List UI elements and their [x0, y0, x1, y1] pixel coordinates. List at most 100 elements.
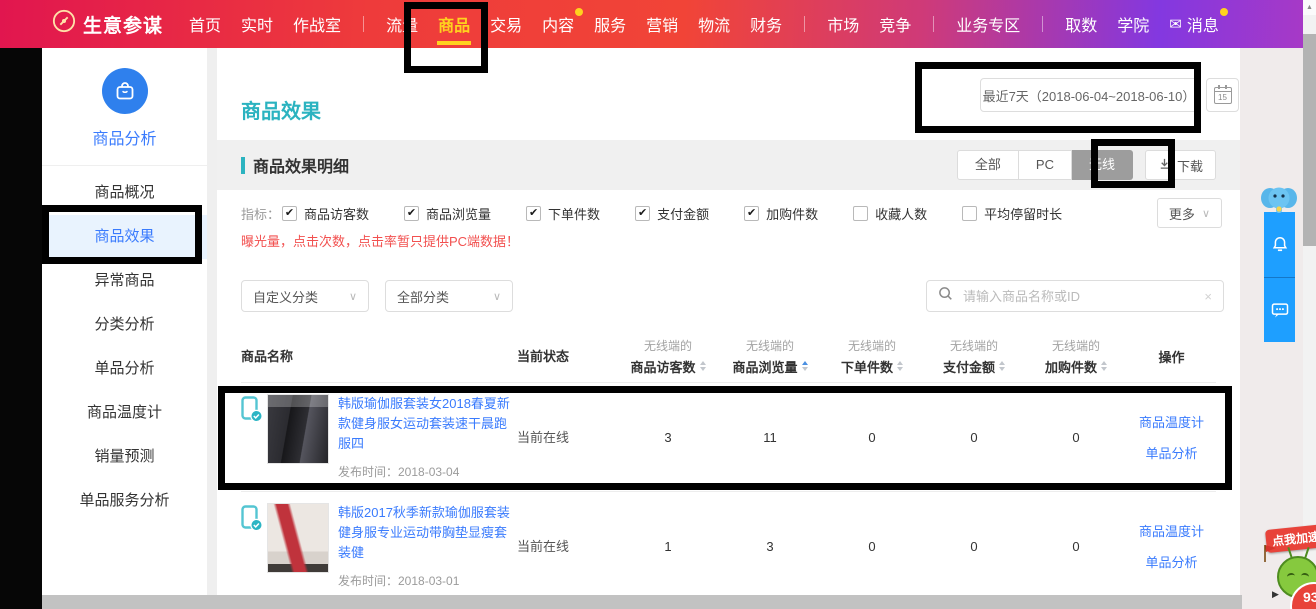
product-thumbnail[interactable] [267, 394, 329, 464]
nav-item[interactable]: 首页 [179, 0, 231, 48]
column-header[interactable]: 无线端的支付金额 [923, 337, 1025, 376]
column-header[interactable]: 无线端的商品浏览量 [719, 337, 821, 376]
nav-item[interactable]: 服务 [584, 0, 636, 48]
checkbox-icon[interactable]: ✔ [526, 206, 541, 221]
sort-arrows[interactable] [999, 361, 1005, 371]
sort-up-icon[interactable] [1101, 361, 1107, 365]
action-link[interactable]: 商品温度计 [1139, 412, 1204, 431]
column-header[interactable]: 无线端的商品访客数 [617, 337, 719, 376]
column-prefix: 无线端的 [848, 337, 896, 354]
checkbox-icon[interactable]: ✔ [404, 206, 419, 221]
custom-category-select[interactable]: 自定义分类 ∨ [241, 280, 369, 312]
nav-item[interactable]: 作战室 [283, 0, 351, 48]
nav-item[interactable]: 市场 [817, 0, 869, 48]
column-header[interactable]: 无线端的下单件数 [821, 337, 923, 376]
terminal-tabs: 全部PC无线 [957, 150, 1133, 180]
checkbox-icon[interactable]: ✔ [635, 206, 650, 221]
nav-item-label: 市场 [827, 12, 859, 36]
column-header[interactable]: 无线端的加购件数 [1025, 337, 1127, 376]
nav-divider [804, 16, 805, 32]
sidebar-item[interactable]: 商品概况 [42, 171, 207, 215]
terminal-tab[interactable]: 无线 [1072, 150, 1133, 180]
nav-item[interactable]: 商品 [428, 0, 480, 48]
product-title-link[interactable]: 韩版瑜伽服套装女2018春夏新款健身服女运动套装速干晨跑服四 [338, 394, 517, 454]
sidebar-item[interactable]: 单品服务分析 [42, 479, 207, 523]
sidebar-item[interactable]: 销量预测 [42, 435, 207, 479]
nav-item[interactable]: ✉消息 [1159, 0, 1229, 48]
metric-checkbox[interactable]: ✔商品访客数 [282, 204, 369, 223]
nav-item[interactable]: 流量 [376, 0, 428, 48]
nav-item[interactable]: 财务 [740, 0, 792, 48]
metric-value-cell: 3 [617, 430, 719, 445]
sidebar-item[interactable]: 分类分析 [42, 303, 207, 347]
brand-logo[interactable]: 生意参谋 [52, 9, 163, 39]
column-header-content: 无线端的下单件数 [841, 337, 903, 376]
product-title-link[interactable]: 韩版2017秋季新款瑜伽服套装健身服专业运动带胸垫显瘦套装健 [338, 503, 517, 563]
sort-down-icon[interactable] [999, 367, 1005, 371]
checkbox-icon[interactable]: ✔ [744, 206, 759, 221]
nav-item[interactable]: 学院 [1107, 0, 1159, 48]
sort-arrows[interactable] [897, 361, 903, 371]
metric-checkbox[interactable]: ✔下单件数 [526, 204, 600, 223]
checkbox-icon[interactable] [962, 206, 977, 221]
status-text: 当前在线 [517, 430, 569, 445]
nav-item[interactable]: 营销 [636, 0, 688, 48]
calendar-button[interactable]: 15 [1206, 78, 1239, 112]
vertical-scrollbar-thumb[interactable] [1303, 34, 1316, 246]
sort-down-icon[interactable] [802, 367, 808, 371]
horizontal-scrollbar-thumb[interactable] [42, 595, 1242, 609]
sidebar-item[interactable]: 单品分析 [42, 347, 207, 391]
column-header-content: 无线端的商品访客数 [630, 337, 705, 376]
nav-item[interactable]: 内容 [532, 0, 584, 48]
sort-up-icon[interactable] [897, 361, 903, 365]
search-input[interactable] [961, 288, 1196, 305]
scroll-up-button[interactable]: ▲ [1303, 0, 1316, 15]
sort-up-icon[interactable] [802, 361, 808, 365]
nav-item[interactable]: 业务专区 [946, 0, 1030, 48]
horizontal-scrollbar[interactable] [0, 595, 1316, 609]
feedback-chat-button[interactable] [1264, 277, 1295, 343]
action-link[interactable]: 商品温度计 [1139, 521, 1204, 540]
sidebar-item[interactable]: 商品效果 [42, 215, 207, 259]
actions-cell: 商品温度计单品分析 [1127, 521, 1216, 571]
vertical-scrollbar[interactable]: ▲ [1303, 0, 1316, 609]
metric-checkbox[interactable]: ✔支付金额 [635, 204, 709, 223]
nav-item[interactable]: 竞争 [869, 0, 921, 48]
checkbox-icon[interactable] [853, 206, 868, 221]
action-link[interactable]: 单品分析 [1145, 552, 1197, 571]
nav-item[interactable]: 实时 [231, 0, 283, 48]
sort-arrows[interactable] [1101, 361, 1107, 371]
sort-down-icon[interactable] [897, 367, 903, 371]
date-range-selector[interactable]: 最近7天（2018-06-04~2018-06-10） [980, 78, 1198, 112]
sort-arrows[interactable] [802, 361, 808, 371]
sidebar-item[interactable]: 异常商品 [42, 259, 207, 303]
sidebar-item[interactable]: 商品温度计 [42, 391, 207, 435]
nav-item[interactable]: 取数 [1055, 0, 1107, 48]
metric-checkbox[interactable]: 收藏人数 [853, 204, 927, 223]
metric-label: 收藏人数 [875, 204, 927, 223]
column-title: 下单件数 [841, 357, 903, 376]
clear-search-icon[interactable]: × [1204, 289, 1212, 304]
terminal-tab[interactable]: 全部 [957, 150, 1019, 180]
nav-item[interactable]: 物流 [688, 0, 740, 48]
checkbox-icon[interactable]: ✔ [282, 206, 297, 221]
terminal-tab[interactable]: PC [1019, 150, 1072, 180]
sort-down-icon[interactable] [700, 367, 706, 371]
sort-down-icon[interactable] [1101, 367, 1107, 371]
metric-value-cell: 3 [719, 539, 821, 554]
metric-checkbox[interactable]: ✔商品浏览量 [404, 204, 491, 223]
all-category-select[interactable]: 全部分类 ∨ [385, 280, 513, 312]
metric-checkbox[interactable]: ✔加购件数 [744, 204, 818, 223]
download-button[interactable]: 下载 [1145, 150, 1216, 180]
more-metrics-button[interactable]: 更多 ∨ [1157, 198, 1222, 228]
collapse-arrow-icon[interactable]: ▶ [1272, 589, 1279, 600]
sort-arrows[interactable] [700, 361, 706, 371]
sort-up-icon[interactable] [700, 361, 706, 365]
sort-up-icon[interactable] [999, 361, 1005, 365]
column-title-text: 操作 [1158, 347, 1184, 366]
product-thumbnail[interactable] [267, 503, 329, 573]
notifications-bell-button[interactable] [1264, 212, 1295, 277]
nav-item[interactable]: 交易 [480, 0, 532, 48]
action-link[interactable]: 单品分析 [1145, 443, 1197, 462]
metric-checkbox[interactable]: 平均停留时长 [962, 204, 1062, 223]
